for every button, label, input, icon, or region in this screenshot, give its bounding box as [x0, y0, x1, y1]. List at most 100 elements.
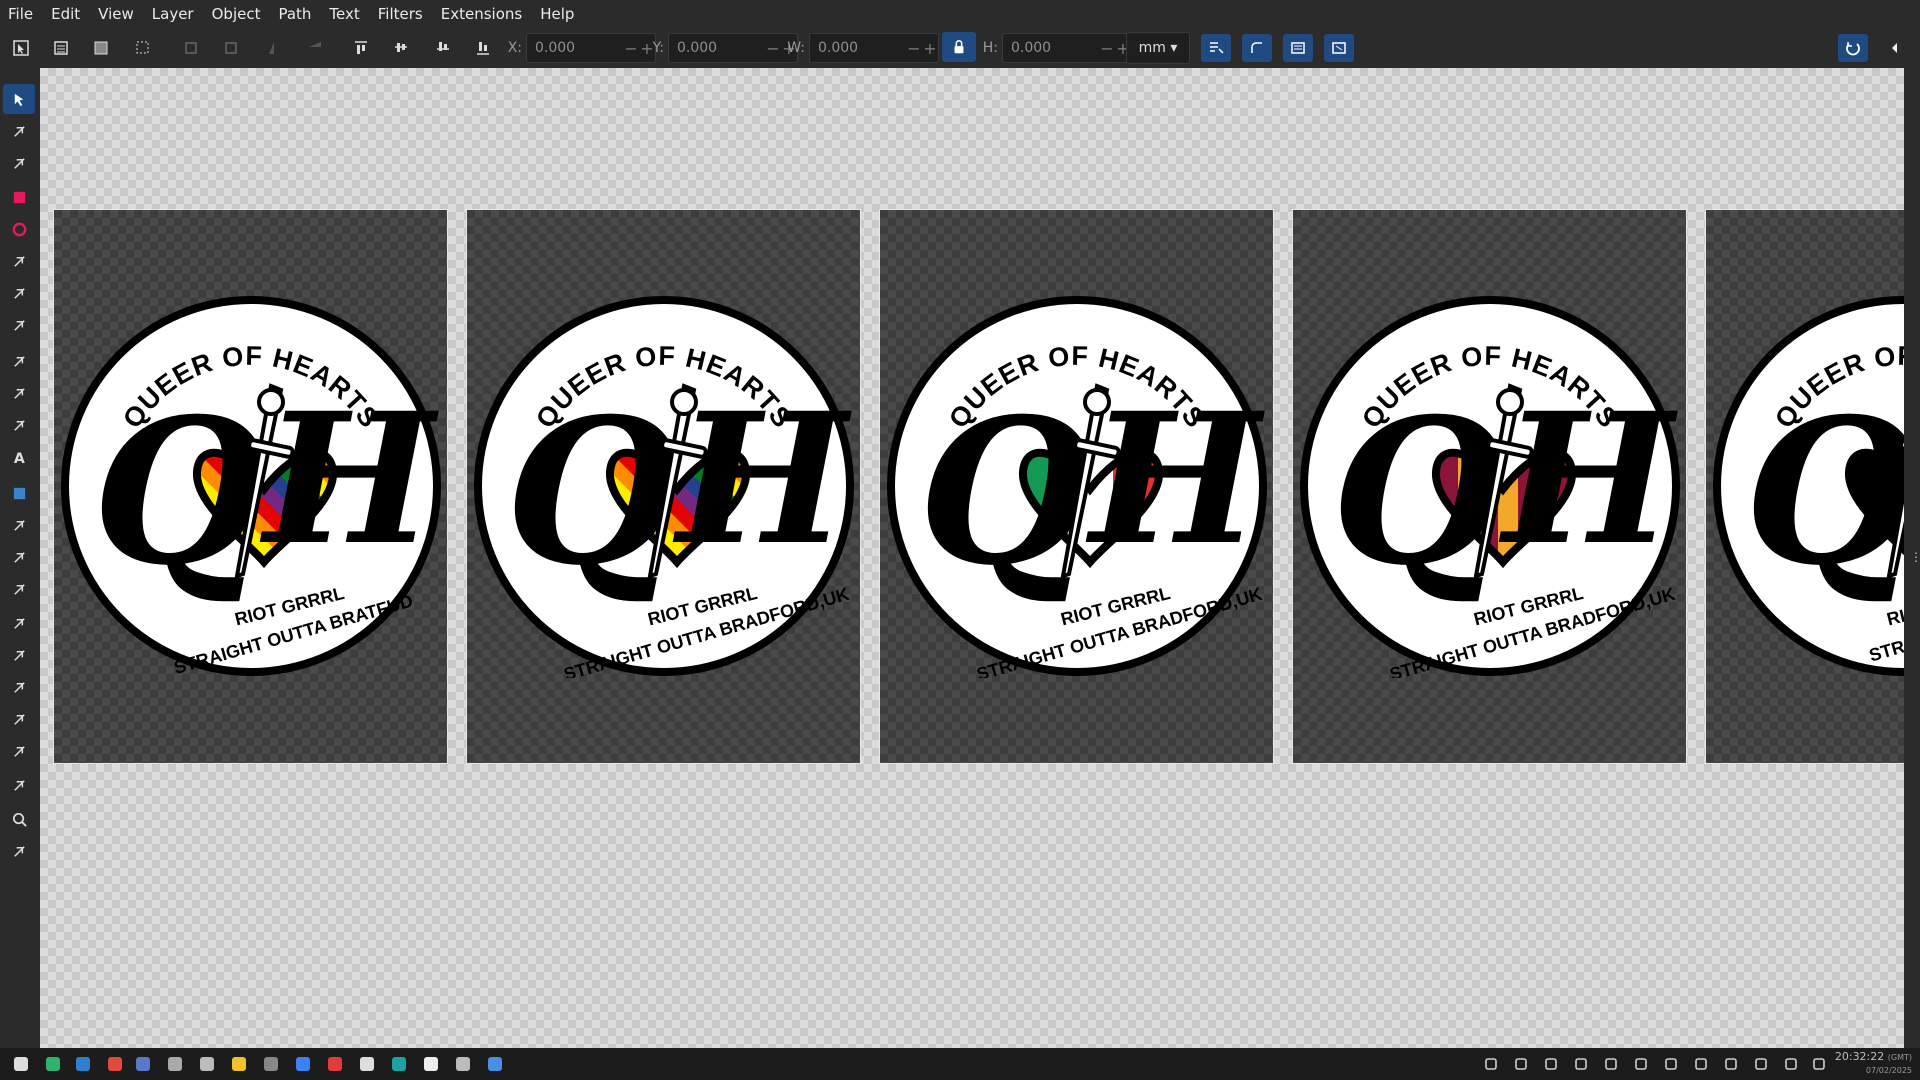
y-field[interactable]: Y: 0.000− + [644, 32, 798, 64]
queer-of-hearts-badge[interactable]: QUEER OF HEARTSQHRIOT GRRRLSTRAIGHT OUTT… [59, 294, 443, 678]
x-value[interactable]: 0.000 [527, 40, 623, 56]
plus-icon[interactable]: + [922, 39, 938, 58]
tweak-tool-icon[interactable] [3, 608, 35, 638]
text-editor-icon[interactable] [354, 1052, 380, 1076]
screen-icon[interactable] [1478, 1052, 1504, 1076]
menu-file[interactable]: File [0, 0, 42, 28]
app-icon-red[interactable] [322, 1052, 348, 1076]
measure-tool-icon[interactable] [3, 836, 35, 866]
tray-expand-icon[interactable] [1806, 1052, 1832, 1076]
brightness-icon[interactable] [1718, 1052, 1744, 1076]
app-grid-icon[interactable] [8, 1052, 34, 1076]
flip-vertical-icon[interactable] [300, 34, 330, 62]
page-2[interactable]: QUEER OF HEARTS Q H RIOT GRRRL STRAIGHT OUTT… [466, 209, 861, 764]
page-5[interactable]: QUEER OF HEARTSQHRIOT GRRRLSTRAIGHT OUTT… [1705, 209, 1904, 764]
w-value[interactable]: 0.000 [810, 40, 906, 56]
menu-layer[interactable]: Layer [143, 0, 203, 28]
menu-text[interactable]: Text [320, 0, 368, 28]
h-field[interactable]: H: 0.000− + [978, 32, 1132, 64]
rotate-ccw-icon[interactable] [176, 34, 206, 62]
lock-icon[interactable] [942, 32, 976, 62]
paint-bucket-icon[interactable] [3, 574, 35, 604]
lower-to-bottom-icon[interactable] [468, 34, 498, 62]
chrome-icon[interactable] [102, 1052, 128, 1076]
mesh-tool-icon[interactable] [3, 510, 35, 540]
menu-path[interactable]: Path [269, 0, 320, 28]
menu-view[interactable]: View [89, 0, 143, 28]
h-value[interactable]: 0.000 [1003, 40, 1099, 56]
unit-select[interactable]: mm ▾ [1126, 32, 1190, 64]
app-icon-teal[interactable] [386, 1052, 412, 1076]
app-icon-flag[interactable] [194, 1052, 220, 1076]
security-icon[interactable] [1568, 1052, 1594, 1076]
system-clock[interactable]: 20:32:22 (GMT) 07/02/2025 [1835, 1051, 1912, 1077]
app-icon-blue[interactable] [130, 1052, 156, 1076]
pencil-tool-icon[interactable] [3, 378, 35, 408]
minus-icon[interactable]: − [765, 39, 781, 58]
text-tool-icon[interactable]: A [3, 442, 35, 472]
menu-filters[interactable]: Filters [369, 0, 432, 28]
3d-box-tool-icon[interactable] [3, 278, 35, 308]
tray-app-icon[interactable] [1508, 1052, 1534, 1076]
menu-help[interactable]: Help [531, 0, 583, 28]
select-all-layers-icon[interactable] [46, 34, 76, 62]
app-icon-circle[interactable] [450, 1052, 476, 1076]
rectangle-tool-icon[interactable] [3, 182, 35, 212]
volume-icon[interactable] [1688, 1052, 1714, 1076]
menu-edit[interactable]: Edit [42, 0, 89, 28]
connector-tool-icon[interactable] [3, 704, 35, 734]
menu-extensions[interactable]: Extensions [432, 0, 531, 28]
lower-icon[interactable] [428, 34, 458, 62]
spray-tool-icon[interactable] [3, 640, 35, 670]
move-gradients-icon[interactable] [1283, 34, 1313, 62]
x-icon[interactable] [418, 1052, 444, 1076]
queer-of-hearts-badge[interactable]: QUEER OF HEARTSQHRIOT GRRRLSTRAIGHT OUTT… [1711, 294, 1904, 678]
windows-icon[interactable] [1628, 1052, 1654, 1076]
w-field[interactable]: W: 0.000− + [785, 32, 939, 64]
calligraphy-tool-icon[interactable] [3, 410, 35, 440]
updates-icon[interactable] [1748, 1052, 1774, 1076]
files-icon[interactable] [70, 1052, 96, 1076]
star-tool-icon[interactable] [3, 246, 35, 276]
menu-object[interactable]: Object [203, 0, 270, 28]
rotate-cw-icon[interactable] [216, 34, 246, 62]
move-patterns-icon[interactable] [1324, 34, 1354, 62]
scale-corners-icon[interactable] [1242, 34, 1272, 62]
touch-select-icon[interactable] [128, 34, 158, 62]
raise-icon[interactable] [386, 34, 416, 62]
queer-of-hearts-badge[interactable]: QUEER OF HEARTSQHRIOT GRRRLSTRAIGHT OUTT… [1298, 294, 1682, 678]
app-icon-yellow[interactable] [226, 1052, 252, 1076]
selector-tool-icon[interactable] [3, 84, 35, 114]
page-1[interactable]: QUEER OF HEARTS Q H RIOT GRRRL STRAIGHT OUTT… [53, 209, 448, 764]
display-icon[interactable] [1598, 1052, 1624, 1076]
y-value[interactable]: 0.000 [669, 40, 765, 56]
headphones-icon[interactable] [290, 1052, 316, 1076]
terminal-icon[interactable] [258, 1052, 284, 1076]
battery-icon[interactable] [1778, 1052, 1804, 1076]
pen-tool-icon[interactable] [3, 346, 35, 376]
flip-horizontal-icon[interactable] [260, 34, 290, 62]
eraser-tool-icon[interactable] [3, 672, 35, 702]
app-icon-owl[interactable] [162, 1052, 188, 1076]
x-field[interactable]: X: 0.000− + [502, 32, 656, 64]
chat-icon[interactable] [482, 1052, 508, 1076]
minus-icon[interactable]: − [1099, 39, 1115, 58]
page-3[interactable]: QUEER OF HEARTS Q H RIOT GRRRL STRAIGHT OUTT… [879, 209, 1274, 764]
snapping-toggle-icon[interactable] [1838, 34, 1868, 62]
raise-to-top-icon[interactable] [346, 34, 376, 62]
page-4[interactable]: QUEER OF HEARTS Q H RIOT GRRRL STRAIGHT OUTT… [1292, 209, 1687, 764]
pages-tool-icon[interactable] [3, 770, 35, 800]
media-play-icon[interactable] [1658, 1052, 1684, 1076]
minus-icon[interactable]: − [906, 39, 922, 58]
tray-app2-icon[interactable] [1538, 1052, 1564, 1076]
canvas[interactable]: QUEER OF HEARTS Q H RIOT GRRRL STRAIGHT OUTT… [40, 68, 1904, 1048]
dropper-tool-icon[interactable] [3, 542, 35, 572]
minus-icon[interactable]: − [623, 39, 639, 58]
ellipse-tool-icon[interactable] [3, 214, 35, 244]
node-tool-icon[interactable] [3, 116, 35, 146]
lpe-tool-icon[interactable] [3, 736, 35, 766]
gradient-tool-icon[interactable] [3, 478, 35, 508]
collapse-panel-icon[interactable] [1882, 34, 1908, 62]
zoom-tool-icon[interactable] [3, 804, 35, 834]
queer-of-hearts-badge[interactable]: QUEER OF HEARTSQHRIOT GRRRLSTRAIGHT OUTT… [885, 294, 1269, 678]
